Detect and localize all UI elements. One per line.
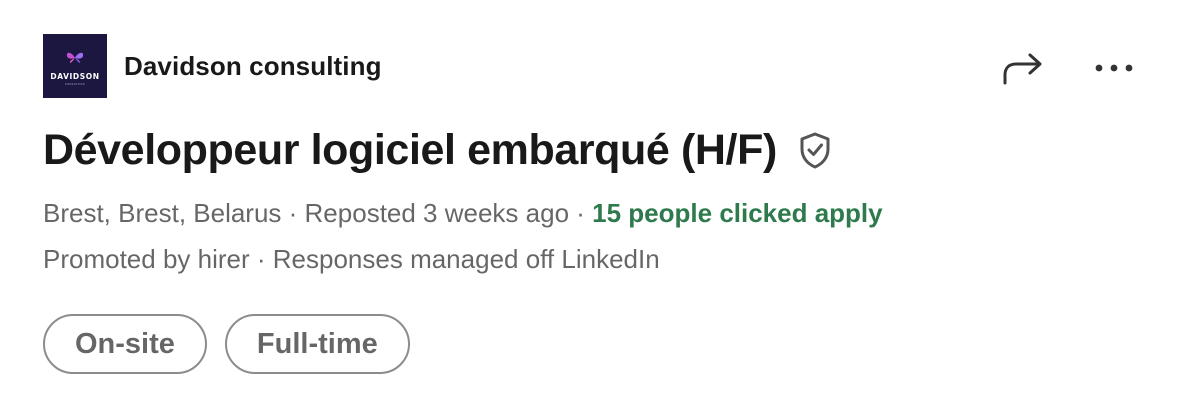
logo-wordmark: DAVIDSON (50, 72, 100, 81)
ellipsis-icon (1095, 64, 1133, 72)
job-meta-secondary: Promoted by hirer · Responses managed of… (43, 244, 660, 275)
more-options-button[interactable] (1088, 50, 1140, 86)
separator: · (281, 198, 305, 228)
company-logo[interactable]: DAVIDSON CONSULTING (43, 34, 107, 98)
workplace-type-pill[interactable]: On-site (43, 314, 207, 374)
separator: · (569, 198, 593, 228)
logo-subtext: CONSULTING (64, 82, 86, 86)
job-title-row: Développeur logiciel embarqué (H/F) (43, 120, 833, 180)
share-button[interactable] (996, 50, 1048, 86)
job-type-pill[interactable]: Full-time (224, 314, 410, 374)
job-insight-pills: On-site Full-time (43, 314, 410, 374)
separator: · (249, 244, 273, 274)
verified-badge[interactable] (797, 130, 833, 170)
verified-shield-icon (800, 132, 830, 169)
job-details-card: DAVIDSON CONSULTING Davidson consulting … (0, 0, 1198, 406)
applicant-count: 15 people clicked apply (592, 198, 883, 228)
share-arrow-icon (1003, 53, 1042, 85)
responses-label: Responses managed off LinkedIn (272, 244, 660, 274)
job-location: Brest, Brest, Belarus (43, 198, 282, 228)
job-title[interactable]: Développeur logiciel embarqué (H/F) (43, 126, 777, 175)
company-header: DAVIDSON CONSULTING Davidson consulting (43, 34, 382, 98)
butterfly-logo-icon (66, 52, 84, 64)
promoted-label: Promoted by hirer (43, 244, 250, 274)
job-meta-primary: Brest, Brest, Belarus · Reposted 3 weeks… (43, 198, 883, 229)
posted-time: Reposted 3 weeks ago (304, 198, 570, 228)
company-name-link[interactable]: Davidson consulting (124, 51, 382, 82)
